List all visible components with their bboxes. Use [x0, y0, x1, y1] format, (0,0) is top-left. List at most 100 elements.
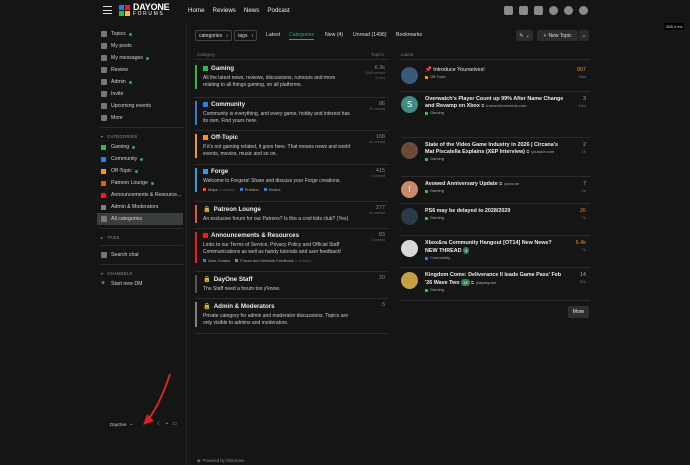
topic-category[interactable]: Community [425, 255, 565, 261]
category-title[interactable]: 🔒 Admin & Moderators [203, 302, 388, 311]
topic-stats: 14 10h [579, 272, 586, 285]
sidebar-category-5[interactable]: Admin & Moderators [97, 201, 183, 213]
topic-category[interactable]: Gaming [425, 188, 565, 194]
x-icon[interactable] [519, 6, 528, 15]
category-title[interactable]: Off-Topic [203, 134, 388, 141]
category-title[interactable]: Announcements & Resources [203, 232, 388, 239]
category-row[interactable]: Off-Topic If it's not gaming related, it … [195, 134, 388, 158]
new-topic-button[interactable]: + New Topic [537, 30, 578, 41]
avatar[interactable]: S [401, 96, 418, 113]
topic-category[interactable]: Gaming [425, 110, 565, 116]
tab-latest[interactable]: Latest [266, 32, 280, 38]
topic-category[interactable]: Gaming [425, 287, 565, 293]
youtube-icon[interactable] [504, 6, 513, 15]
avatar[interactable]: I [401, 181, 418, 198]
subcategory-link[interactable]: Maps 1 unread [203, 187, 235, 192]
site-header: DAYONE FORUMS Home Reviews News Podcast [0, 0, 690, 22]
topic-source-link[interactable]: ⧉ youtube.com [526, 149, 554, 155]
category-row[interactable]: 🔒 Patreon Lounge An exclusive forum for ou… [195, 205, 388, 223]
admin-tools-button[interactable]: ✎ ⌄ [516, 30, 533, 41]
category-color-swatch [425, 256, 428, 260]
topic-category[interactable]: Gaming [425, 215, 565, 221]
tab-bookmarks[interactable]: Bookmarks [396, 32, 422, 38]
subcategory-link[interactable]: Forum and Website Feedback 1 unread [235, 258, 311, 263]
category-row[interactable]: 🔒 DayOne Staff The Staff need a forum too … [195, 275, 388, 293]
sidebar-category-1[interactable]: Community [97, 153, 183, 165]
topic-source-link[interactable]: ⧉ youtu.be [499, 181, 519, 187]
sidebar-item-my-posts[interactable]: My posts [97, 40, 183, 52]
sidebar-category-2[interactable]: Off-Topic [97, 165, 183, 177]
sidebar-item-search-chat[interactable]: Search chat [97, 249, 183, 261]
nav-home[interactable]: Home [188, 7, 205, 14]
avatar[interactable] [401, 208, 418, 225]
sidebar-item-all-categories[interactable]: All categories [97, 213, 183, 225]
avatar[interactable] [401, 142, 418, 159]
category-title[interactable]: 🔒 DayOne Staff [203, 275, 388, 284]
sidebar-footer-icons: ☾ + ▭ [157, 421, 177, 427]
category-title[interactable]: 🔒 Patreon Lounge [203, 205, 388, 214]
keyboard-icon[interactable]: ▭ [172, 421, 177, 427]
categories-heading[interactable]: ▾ CATEGORIES [97, 131, 183, 141]
category-row[interactable]: Gaming All the latest news, reviews, disc… [195, 65, 388, 89]
topic-title[interactable]: Avowed Anniversary Update ⧉ youtu.be Gamin… [425, 181, 565, 194]
category-row[interactable]: Announcements & Resources Links to our Te… [195, 232, 388, 263]
category-title[interactable]: Forge [203, 168, 388, 175]
more-button[interactable]: More [568, 306, 589, 318]
add-icon[interactable]: + [165, 421, 168, 427]
sidebar-footer[interactable]: DayOne ⌄ [110, 421, 133, 427]
category-row[interactable]: Forge Welcome to Forgera! Share and discu… [195, 168, 388, 192]
category-title[interactable]: Community [203, 101, 388, 108]
chat-icon[interactable] [564, 6, 573, 15]
new-topic-dropdown[interactable]: ⌄ [579, 30, 589, 41]
search-icon[interactable] [549, 6, 558, 15]
topic-title[interactable]: State of the Video Game Industry in 2026… [425, 142, 565, 162]
powered-by[interactable]: ◉ Powered by Discourse [197, 458, 245, 463]
subcategory-link[interactable]: Prefabs [239, 187, 259, 192]
sidebar-category-4[interactable]: Announcements & Resource... [97, 189, 183, 201]
category-color-swatch [425, 157, 428, 161]
discord-icon[interactable] [534, 6, 543, 15]
avatar[interactable] [401, 272, 418, 289]
category-title[interactable]: Gaming [203, 65, 388, 72]
categories-dropdown[interactable]: categories › [195, 30, 232, 41]
channels-heading[interactable]: ▾ CHANNELS [97, 268, 183, 278]
topic-title[interactable]: Overwatch's Player Count up 99% After Na… [425, 96, 565, 116]
category-row[interactable]: 🔒 Admin & Moderators Private category for … [195, 302, 388, 327]
tab-new[interactable]: New (4) [325, 32, 343, 38]
topic-source-link[interactable]: ⧉ trueachievements.com [481, 103, 526, 109]
user-avatar-icon[interactable] [579, 6, 588, 15]
subcategory-link[interactable]: Modes [263, 187, 281, 192]
avatar[interactable] [401, 240, 418, 257]
subcategory-link[interactable]: User Guides [203, 258, 230, 263]
tags-dropdown[interactable]: tags › [234, 30, 257, 41]
topic-title[interactable]: 📌 Introduce Yourselves! Off-Topic [425, 67, 565, 80]
tab-categories[interactable]: Categories [289, 32, 315, 40]
sidebar-category-0[interactable]: Gaming [97, 141, 183, 153]
dark-mode-icon[interactable]: ☾ [157, 421, 161, 427]
sidebar-item-start-dm[interactable]: + Start new DM [97, 278, 183, 290]
avatar[interactable] [401, 67, 418, 84]
category-row[interactable]: Community Community is everything, and ev… [195, 101, 388, 125]
hamburger-menu-icon[interactable] [103, 6, 112, 14]
topic-title[interactable]: Kingdom Come: Deliverance II leads Game … [425, 272, 565, 293]
sidebar-item-review[interactable]: Review [97, 64, 183, 76]
topic-title[interactable]: Xbox&ra Community Hangout [OT14] New New… [425, 240, 565, 261]
sidebar-item-invite[interactable]: Invite [97, 88, 183, 100]
nav-news[interactable]: News [244, 7, 259, 14]
sidebar-item-my-messages[interactable]: My messages [97, 52, 183, 64]
topic-category[interactable]: Off-Topic [425, 74, 565, 80]
sidebar-item-topics[interactable]: Topics [97, 28, 183, 40]
site-logo[interactable]: DAYONE FORUMS [119, 3, 170, 19]
sidebar-item-admin[interactable]: Admin [97, 76, 183, 88]
topic-source-link[interactable]: ⧉ playdayone [471, 280, 496, 286]
topic-category[interactable]: Gaming [425, 156, 565, 162]
sidebar-item-more[interactable]: More [97, 112, 183, 124]
tags-heading[interactable]: ▸ TAGS [97, 232, 183, 242]
sidebar-category-3[interactable]: Patreon Lounge [97, 177, 183, 189]
nav-reviews[interactable]: Reviews [213, 7, 236, 14]
tab-unread[interactable]: Unread (1496) [353, 32, 386, 38]
sidebar-item-upcoming-events[interactable]: Upcoming events [97, 100, 183, 112]
category-color-swatch [203, 169, 208, 174]
topic-title[interactable]: PS6 may be delayed to 2028/2029 Gaming [425, 208, 565, 221]
nav-podcast[interactable]: Podcast [267, 7, 289, 14]
